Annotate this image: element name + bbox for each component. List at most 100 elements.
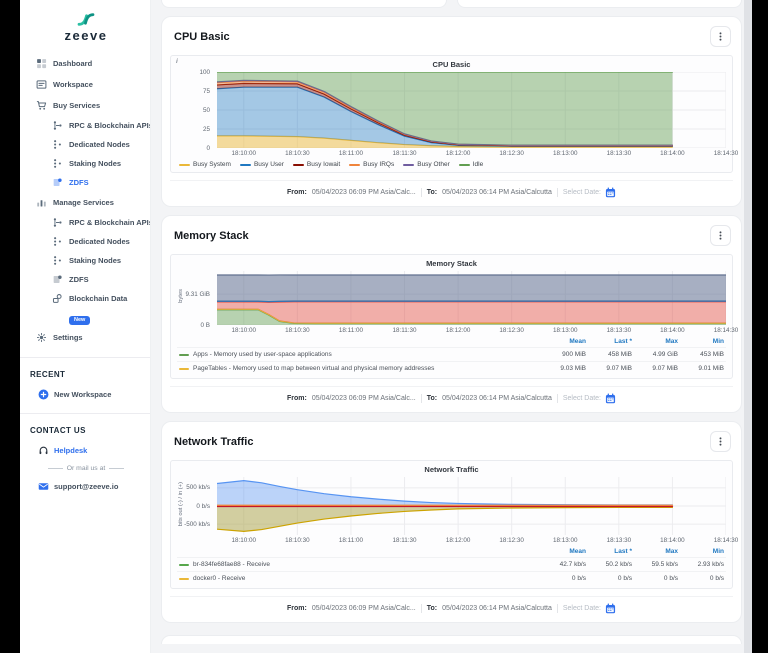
to-label: To: — [427, 395, 437, 402]
sidebar-item-buy-rpc-blockchain-apis[interactable]: RPC & Blockchain APIs — [28, 116, 144, 135]
x-tick-label: 18:10:30 — [285, 327, 310, 334]
partial-card-top-left — [161, 0, 447, 8]
kebab-icon — [715, 230, 726, 241]
footer-separator — [557, 604, 558, 613]
stat-column-header[interactable]: Mean — [540, 338, 586, 345]
sidebar-item-buy-services[interactable]: Buy Services — [28, 95, 144, 116]
panel-menu-button[interactable] — [710, 431, 731, 452]
gear-icon — [36, 332, 47, 343]
sidebar-item-blockchain-data[interactable]: Blockchain Data — [28, 289, 144, 308]
legend-table: MeanLast *MaxMinbr-834fe68fae88 - Receiv… — [177, 546, 726, 585]
partial-card-top-right — [457, 0, 743, 8]
sidebar-item-settings[interactable]: Settings — [28, 327, 144, 348]
sidebar-item-workspace[interactable]: Workspace — [28, 74, 144, 95]
divider-dash — [109, 468, 124, 469]
sidebar-item-label: Dedicated Nodes — [69, 237, 130, 246]
y-tick-label: 9.31 GiB — [185, 291, 210, 298]
legend-item[interactable]: Busy Iowait — [293, 161, 340, 168]
select-date-button[interactable]: Select Date: — [563, 187, 616, 198]
legend-item[interactable]: Busy User — [240, 161, 284, 168]
stat-column-header[interactable]: Mean — [540, 548, 586, 555]
stat-column-header[interactable]: Min — [678, 548, 724, 555]
legend-swatch — [293, 164, 304, 166]
sidebar-item-label: RPC & Blockchain APIs — [69, 218, 151, 227]
legend-row[interactable]: docker0 - Receive0 b/s0 b/s0 b/s0 b/s — [177, 571, 726, 585]
mail-icon — [38, 481, 49, 492]
legend-swatch — [459, 164, 470, 166]
cpu-legend: Busy System Busy User Busy Iowait Busy IRQs… — [177, 161, 726, 168]
stat-column-header[interactable]: Last * — [586, 338, 632, 345]
x-tick-label: 18:14:00 — [660, 537, 685, 544]
legend-item[interactable]: Busy IRQs — [349, 161, 394, 168]
calendar-icon — [605, 187, 616, 198]
helpdesk-link[interactable]: Helpdesk — [28, 441, 144, 460]
select-date-button[interactable]: Select Date: — [563, 393, 616, 404]
sidebar-item-buy-zdfs[interactable]: ZDFS — [28, 173, 144, 192]
stat-column-header[interactable]: Max — [632, 338, 678, 345]
sidebar-item-buy-staking-nodes[interactable]: Staking Nodes — [28, 154, 144, 173]
legend-label: Busy Other — [417, 161, 450, 168]
screen: zeeve DashboardWorkspaceBuy ServicesRPC … — [0, 0, 768, 653]
sidebar-item-manage-dedicated-nodes[interactable]: Dedicated Nodes — [28, 232, 144, 251]
sidebar-item-manage-staking-nodes[interactable]: Staking Nodes — [28, 251, 144, 270]
support-email-label: support@zeeve.io — [54, 482, 118, 491]
divider-dash — [48, 468, 63, 469]
legend-label: Busy User — [254, 161, 284, 168]
stat-value: 42.7 kb/s — [540, 561, 586, 568]
x-axis-ticks: 18:10:0018:10:3018:11:0018:11:3018:12:00… — [217, 149, 726, 158]
y-axis-label: bytes — [178, 271, 184, 321]
legend-swatch — [179, 354, 189, 356]
network-traffic-panel: Network Traffic Network Traffic bits out… — [161, 421, 742, 623]
stat-column-header[interactable]: Min — [678, 338, 724, 345]
sidebar-item-manage-rpc-blockchain-apis[interactable]: RPC & Blockchain APIs — [28, 213, 144, 232]
sidebar-item-manage-services[interactable]: Manage Services — [28, 192, 144, 213]
select-date-label: Select Date: — [563, 395, 601, 402]
zeeve-logo[interactable]: zeeve — [28, 12, 144, 43]
panel-menu-button[interactable] — [710, 225, 731, 246]
select-date-button[interactable]: Select Date: — [563, 603, 616, 614]
stat-header-row: MeanLast *MaxMin — [177, 546, 726, 557]
legend-item[interactable]: Busy System — [179, 161, 231, 168]
sidebar-item-dashboard[interactable]: Dashboard — [28, 53, 144, 74]
legend-item[interactable]: Idle — [459, 161, 483, 168]
legend-row[interactable]: Apps - Memory used by user-space applica… — [177, 347, 726, 361]
legend-row[interactable]: PageTables - Memory used to map between … — [177, 361, 726, 375]
legend-swatch — [179, 578, 189, 580]
support-email-link[interactable]: support@zeeve.io — [28, 477, 144, 496]
network-chart: Network Traffic bits out (-) / in (+) 50… — [170, 460, 733, 589]
new-workspace-label: New Workspace — [54, 390, 111, 399]
mail-divider: Or mail us at — [28, 460, 144, 477]
stat-value: 59.5 kb/s — [632, 561, 678, 568]
stat-column-header[interactable]: Max — [632, 548, 678, 555]
cpu-chart-plot — [217, 72, 726, 148]
sidebar-item-label: Dashboard — [53, 59, 92, 68]
legend-label: Idle — [473, 161, 483, 168]
new-workspace-button[interactable]: New Workspace — [28, 385, 144, 404]
legend-row[interactable]: br-834fe68fae88 - Receive42.7 kb/s50.2 k… — [177, 557, 726, 571]
panel-header: Memory Stack — [174, 225, 731, 246]
sidebar-item-manage-zdfs[interactable]: ZDFS — [28, 270, 144, 289]
sidebar-menu: DashboardWorkspaceBuy ServicesRPC & Bloc… — [28, 53, 144, 348]
calendar-icon — [605, 603, 616, 614]
y-tick-label: 500 kb/s — [186, 484, 210, 491]
x-tick-label: 18:13:00 — [553, 537, 578, 544]
stat-header-row: MeanLast *MaxMin — [177, 336, 726, 347]
cart-icon — [36, 100, 47, 111]
stat-column-header[interactable]: Last * — [586, 548, 632, 555]
headset-icon — [38, 445, 49, 456]
to-value: 05/04/2023 06:14 PM Asia/Calcutta — [442, 189, 552, 196]
sidebar-item-label: Dedicated Nodes — [69, 140, 130, 149]
stat-value: 2.93 kb/s — [678, 561, 724, 568]
panel-menu-button[interactable] — [710, 26, 731, 47]
x-tick-label: 18:12:00 — [446, 537, 471, 544]
series-name: PageTables - Memory used to map between … — [179, 365, 540, 372]
legend-label: Busy System — [193, 161, 231, 168]
memory-chart-plot — [217, 271, 726, 325]
legend-item[interactable]: Busy Other — [403, 161, 450, 168]
x-tick-label: 18:12:30 — [499, 150, 524, 157]
x-tick-label: 18:11:30 — [392, 150, 416, 157]
sidebar-item-buy-dedicated-nodes[interactable]: Dedicated Nodes — [28, 135, 144, 154]
footer-separator — [421, 604, 422, 613]
y-tick-label: -500 kb/s — [184, 521, 210, 528]
scrollbar[interactable] — [744, 0, 752, 653]
